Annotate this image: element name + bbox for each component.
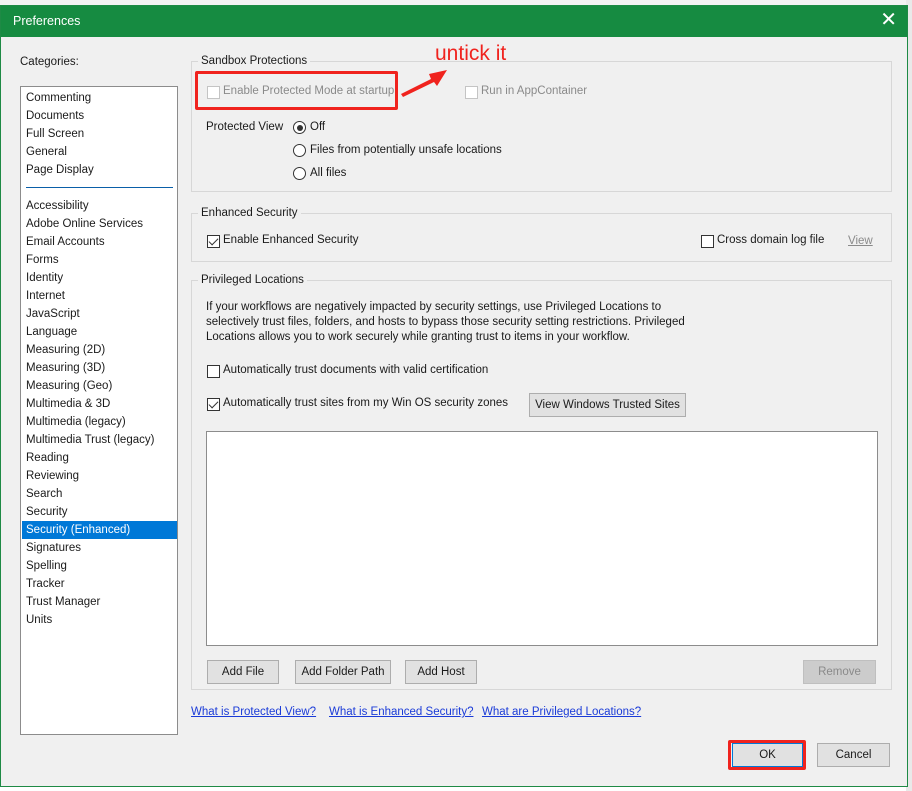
categories-separator xyxy=(26,187,173,188)
category-item[interactable]: Commenting xyxy=(22,89,177,107)
protected-view-all-radio[interactable] xyxy=(293,167,306,180)
what-are-privileged-locations-link[interactable]: What are Privileged Locations? xyxy=(482,706,641,718)
privileged-description-line-3: Locations allows you to work securely wh… xyxy=(206,331,630,343)
trust-certified-docs-checkbox[interactable] xyxy=(207,365,220,378)
category-item[interactable]: Reading xyxy=(22,449,177,467)
category-item[interactable]: Adobe Online Services xyxy=(22,215,177,233)
category-item[interactable]: Units xyxy=(22,611,177,629)
annotation-text: untick it xyxy=(435,42,507,65)
category-item[interactable]: Internet xyxy=(22,287,177,305)
category-item[interactable]: Spelling xyxy=(22,557,177,575)
category-item[interactable]: Documents xyxy=(22,107,177,125)
protected-view-off-label: Off xyxy=(310,121,326,133)
appcontainer-checkbox[interactable] xyxy=(465,86,478,99)
category-item[interactable]: Multimedia Trust (legacy) xyxy=(22,431,177,449)
protected-view-off-radio[interactable] xyxy=(293,121,306,134)
add-host-button[interactable]: Add Host xyxy=(405,660,477,684)
trust-certified-docs-label: Automatically trust documents with valid… xyxy=(223,364,489,376)
category-item[interactable]: Measuring (Geo) xyxy=(22,377,177,395)
protected-view-all-label: All files xyxy=(310,167,347,179)
appcontainer-label: Run in AppContainer xyxy=(481,85,588,97)
protected-view-label: Protected View xyxy=(206,121,284,133)
category-item[interactable]: Measuring (2D) xyxy=(22,341,177,359)
cross-domain-log-label: Cross domain log file xyxy=(717,234,825,246)
add-folder-path-button[interactable]: Add Folder Path xyxy=(295,660,391,684)
enable-enhanced-security-label: Enable Enhanced Security xyxy=(223,234,359,246)
annotation-highlight-protected-mode xyxy=(195,71,398,110)
category-item[interactable]: Multimedia (legacy) xyxy=(22,413,177,431)
category-item[interactable]: Search xyxy=(22,485,177,503)
protected-view-unsafe-radio[interactable] xyxy=(293,144,306,157)
annotation-arrow-icon xyxy=(401,70,447,97)
category-item[interactable]: Page Display xyxy=(22,161,177,179)
privileged-locations-list[interactable] xyxy=(206,431,878,646)
category-item[interactable]: JavaScript xyxy=(22,305,177,323)
sandbox-protections-title: Sandbox Protections xyxy=(198,55,311,67)
category-item[interactable]: Tracker xyxy=(22,575,177,593)
add-file-button[interactable]: Add File xyxy=(207,660,279,684)
preferences-dialog: Preferences ✕ Categories: Commenting Docu… xyxy=(0,5,908,787)
categories-label: Categories: xyxy=(20,56,79,68)
what-is-protected-view-link[interactable]: What is Protected View? xyxy=(191,706,316,718)
enable-enhanced-security-checkbox[interactable] xyxy=(207,235,220,248)
category-item[interactable]: Language xyxy=(22,323,177,341)
category-item[interactable]: General xyxy=(22,143,177,161)
category-item[interactable]: Signatures xyxy=(22,539,177,557)
view-windows-trusted-sites-button[interactable]: View Windows Trusted Sites xyxy=(529,393,686,417)
categories-list: Commenting Documents Full Screen General Pag… xyxy=(20,86,178,735)
category-item[interactable]: Trust Manager xyxy=(22,593,177,611)
trust-win-os-zones-label: Automatically trust sites from my Win OS… xyxy=(223,397,509,409)
annotation-highlight-ok xyxy=(728,740,806,770)
category-item[interactable]: Email Accounts xyxy=(22,233,177,251)
cross-domain-log-checkbox[interactable] xyxy=(701,235,714,248)
what-is-enhanced-security-link[interactable]: What is Enhanced Security? xyxy=(329,706,473,718)
enhanced-security-group: Enhanced Security Enable Enhanced Securi… xyxy=(191,207,892,262)
privileged-description-line-2: selectively trust files, folders, and ho… xyxy=(206,316,685,328)
view-log-link[interactable]: View xyxy=(848,235,873,247)
enhanced-security-title: Enhanced Security xyxy=(198,207,301,219)
category-item-selected[interactable]: Security (Enhanced) xyxy=(22,521,177,539)
category-item[interactable]: Measuring (3D) xyxy=(22,359,177,377)
cancel-button[interactable]: Cancel xyxy=(817,743,890,767)
window-title: Preferences xyxy=(13,14,81,28)
privileged-locations-group: Privileged Locations If your workflows a… xyxy=(191,274,892,690)
category-item[interactable]: Forms xyxy=(22,251,177,269)
category-item[interactable]: Security xyxy=(22,503,177,521)
privileged-locations-title: Privileged Locations xyxy=(198,274,307,286)
protected-view-unsafe-label: Files from potentially unsafe locations xyxy=(310,144,502,156)
category-item[interactable]: Accessibility xyxy=(22,197,177,215)
category-item[interactable]: Full Screen xyxy=(22,125,177,143)
category-item[interactable]: Multimedia & 3D xyxy=(22,395,177,413)
remove-button[interactable]: Remove xyxy=(803,660,876,684)
category-item[interactable]: Identity xyxy=(22,269,177,287)
trust-win-os-zones-checkbox[interactable] xyxy=(207,398,220,411)
title-bar: Preferences ✕ xyxy=(1,6,907,37)
privileged-description-line-1: If your workflows are negatively impacte… xyxy=(206,301,662,313)
close-icon[interactable]: ✕ xyxy=(880,10,897,30)
category-item[interactable]: Reviewing xyxy=(22,467,177,485)
